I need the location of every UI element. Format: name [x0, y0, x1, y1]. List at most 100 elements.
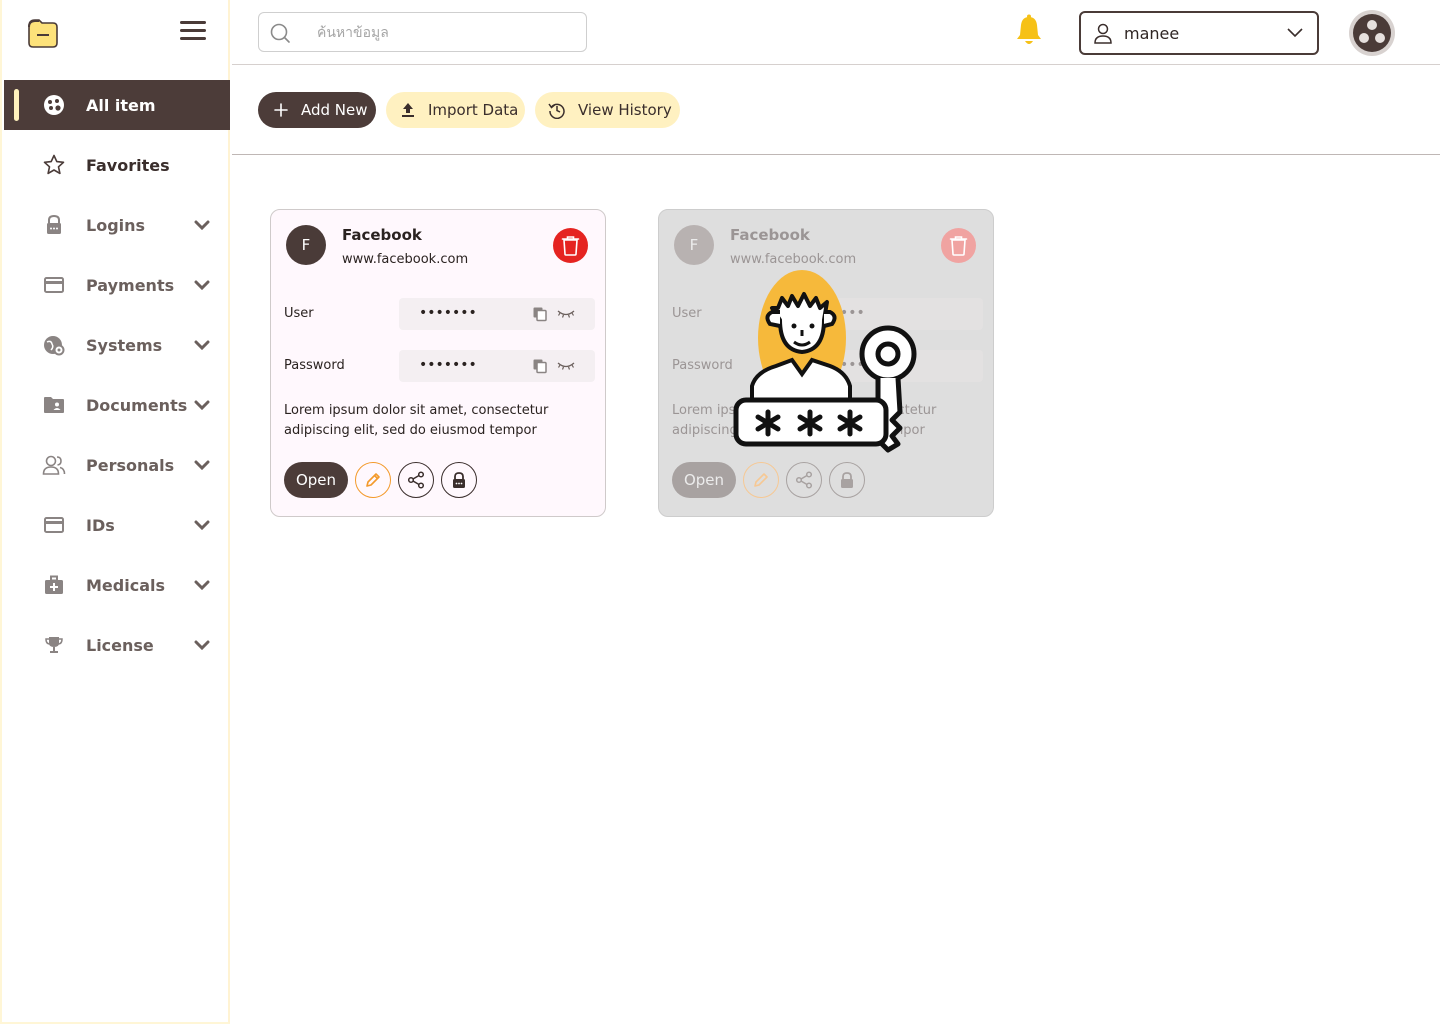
- sidebar-item-label: Systems: [86, 335, 163, 355]
- view-history-button[interactable]: View History: [535, 92, 680, 128]
- eye-closed-icon[interactable]: [557, 308, 575, 320]
- copy-icon[interactable]: [532, 306, 548, 322]
- folder-user-icon: [42, 393, 66, 417]
- sidebar-item-label: IDs: [86, 515, 115, 535]
- search-box[interactable]: [258, 12, 587, 52]
- sidebar-item-medicals[interactable]: Medicals: [4, 560, 230, 610]
- globe-gear-icon: [42, 333, 66, 357]
- plus-icon: [274, 103, 288, 117]
- sidebar-item-label: All item: [86, 95, 156, 115]
- delete-button[interactable]: [553, 228, 588, 263]
- people-icon: [42, 453, 66, 477]
- sidebar-item-ids[interactable]: IDs: [4, 500, 230, 550]
- card-description: Lorem ipsum dolor sit amet, consectetur …: [284, 403, 549, 438]
- search-input[interactable]: [317, 21, 567, 45]
- open-button[interactable]: Open: [284, 462, 348, 498]
- sidebar-item-payments[interactable]: Payments: [4, 260, 230, 310]
- edit-button[interactable]: [743, 462, 779, 498]
- star-icon: [42, 153, 66, 177]
- medical-kit-icon: [42, 573, 66, 597]
- pencil-icon: [754, 473, 768, 487]
- password-label: Password: [672, 358, 733, 373]
- import-data-button[interactable]: Import Data: [386, 92, 525, 128]
- sidebar-item-label: Medicals: [86, 575, 165, 595]
- lock-button[interactable]: [829, 462, 865, 498]
- sidebar-item-label: Documents: [86, 395, 188, 415]
- trash-icon: [561, 236, 580, 256]
- share-icon: [407, 471, 425, 489]
- lock-icon: [453, 472, 465, 488]
- sidebar-nav: All item Favorites Logins Payments Syste…: [4, 80, 230, 680]
- lock-icon: [841, 472, 853, 488]
- sidebar-item-label: Payments: [86, 275, 175, 295]
- sidebar-item-personals[interactable]: Personals: [4, 440, 230, 490]
- card-title: Facebook: [342, 226, 422, 244]
- id-card-icon: [42, 513, 66, 537]
- view-history-label: View History: [578, 101, 672, 119]
- sidebar-item-label: Favorites: [86, 155, 170, 175]
- user-label: User: [284, 306, 314, 321]
- sidebar-item-all-item[interactable]: All item: [4, 80, 230, 130]
- user-name: manee: [1124, 24, 1180, 43]
- search-icon: [270, 23, 290, 43]
- chevron-down-icon[interactable]: [192, 515, 212, 535]
- pencil-icon: [366, 473, 380, 487]
- chevron-down-icon[interactable]: [192, 575, 212, 595]
- palette-icon: [42, 93, 66, 117]
- sidebar-item-logins[interactable]: Logins: [4, 200, 230, 250]
- sidebar-item-label: Personals: [86, 455, 175, 475]
- user-value: •••••••: [419, 305, 477, 321]
- share-button[interactable]: [786, 462, 822, 498]
- folder-logo-icon[interactable]: [26, 16, 60, 50]
- card-url: www.facebook.com: [342, 252, 469, 267]
- action-toolbar: Add New Import Data View History: [232, 66, 1440, 155]
- eye-closed-icon[interactable]: [557, 360, 575, 372]
- copy-icon[interactable]: [532, 358, 548, 374]
- sidebar-item-documents[interactable]: Documents: [4, 380, 230, 430]
- open-button[interactable]: Open: [672, 462, 736, 498]
- chevron-down-icon[interactable]: [192, 275, 212, 295]
- sidebar-item-systems[interactable]: Systems: [4, 320, 230, 370]
- lock-button[interactable]: [441, 462, 477, 498]
- chevron-down-icon[interactable]: [192, 395, 212, 415]
- card-title: Facebook: [730, 226, 810, 244]
- password-user-key-illustration: [733, 270, 917, 453]
- share-icon: [795, 471, 813, 489]
- chevron-down-icon[interactable]: [192, 455, 212, 475]
- chevron-down-icon[interactable]: [192, 215, 212, 235]
- bell-icon[interactable]: [1014, 14, 1044, 48]
- chevron-down-icon: [1287, 28, 1303, 38]
- history-icon: [548, 103, 565, 119]
- chevron-down-icon[interactable]: [192, 335, 212, 355]
- add-new-label: Add New: [301, 101, 368, 119]
- share-button[interactable]: [398, 462, 434, 498]
- trophy-icon: [42, 633, 66, 657]
- lock-icon: [42, 213, 66, 237]
- password-label: Password: [284, 358, 345, 373]
- trash-icon: [949, 236, 968, 256]
- item-card: F Facebook www.facebook.com User •••••••…: [270, 209, 606, 517]
- card-initial-badge: F: [286, 225, 326, 265]
- avatar[interactable]: [1349, 10, 1395, 56]
- import-data-label: Import Data: [428, 101, 519, 119]
- sidebar: All item Favorites Logins Payments Syste…: [0, 0, 230, 1024]
- chevron-down-icon[interactable]: [192, 635, 212, 655]
- user-field: •••••••: [399, 298, 595, 330]
- card-url: www.facebook.com: [730, 252, 857, 267]
- sidebar-item-license[interactable]: License: [4, 620, 230, 670]
- user-icon: [1094, 23, 1112, 44]
- avatar-icon: [1353, 14, 1391, 52]
- user-dropdown[interactable]: manee: [1079, 11, 1319, 55]
- add-new-button[interactable]: Add New: [258, 92, 376, 128]
- edit-button[interactable]: [355, 462, 391, 498]
- sidebar-item-favorites[interactable]: Favorites: [4, 140, 230, 190]
- password-value: •••••••: [419, 357, 477, 373]
- hamburger-menu-button[interactable]: [180, 21, 206, 45]
- password-field: •••••••: [399, 350, 595, 382]
- delete-button[interactable]: [941, 228, 976, 263]
- top-bar: manee: [232, 0, 1440, 65]
- user-label: User: [672, 306, 702, 321]
- sidebar-item-label: Logins: [86, 215, 146, 235]
- sidebar-item-label: License: [86, 635, 154, 655]
- credit-card-icon: [42, 273, 66, 297]
